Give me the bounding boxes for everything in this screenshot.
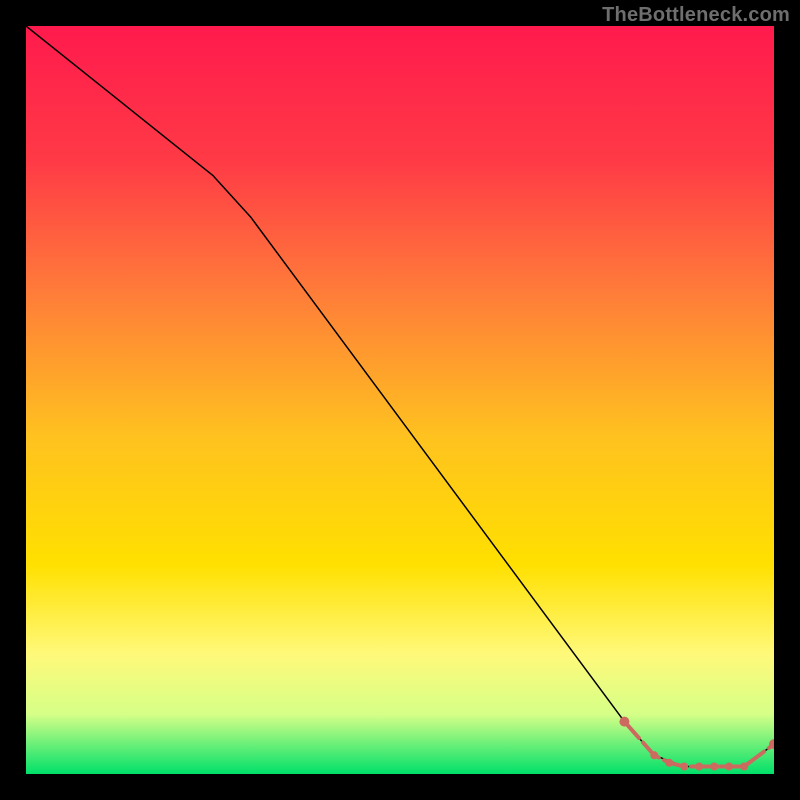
gradient-background [26,26,774,774]
marker-dot [725,763,733,771]
watermark-label: TheBottleneck.com [602,4,790,27]
marker-dot [695,763,703,771]
plot-area [26,26,774,774]
marker-dot [650,751,658,759]
marker-dot [740,763,748,771]
marker-dot [710,763,718,771]
chart-frame: TheBottleneck.com [0,0,800,800]
marker-dot [665,759,673,767]
chart-svg [26,26,774,774]
marker-dot [680,763,688,771]
marker-dot [619,717,629,727]
